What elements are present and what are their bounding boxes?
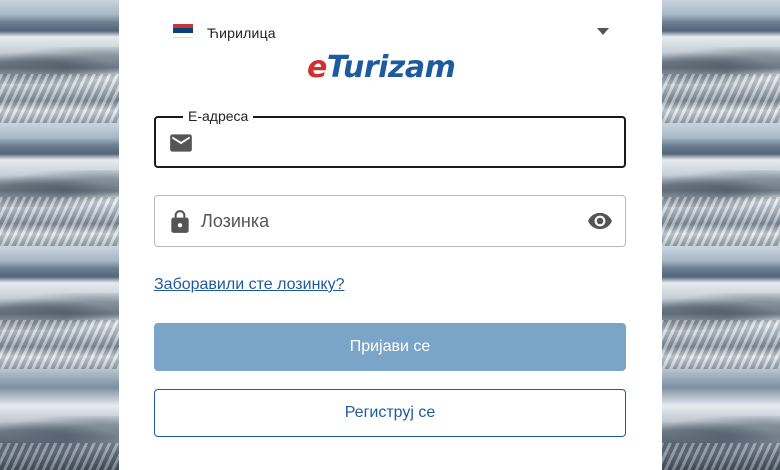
mountain-image [661, 369, 780, 470]
login-panel: Ћирилица eTurizam Е-адреса Заборавили ст… [119, 0, 662, 470]
mountain-image [661, 123, 780, 246]
mountain-image [0, 369, 119, 470]
lock-icon [167, 209, 193, 235]
mountain-image [0, 246, 119, 369]
login-button[interactable]: Пријави се [154, 323, 626, 371]
password-field[interactable] [154, 195, 626, 247]
language-label: Ћирилица [207, 25, 276, 41]
mountain-image [661, 0, 780, 123]
eturizam-logo: eTurizam [307, 50, 456, 85]
language-selector[interactable]: Ћирилица [173, 22, 609, 44]
serbia-flag-icon [173, 24, 193, 38]
email-input[interactable] [202, 118, 574, 166]
forgot-password-link[interactable]: Заборавили сте лозинку? [154, 276, 345, 294]
eye-icon[interactable] [587, 208, 613, 234]
chevron-down-icon[interactable] [597, 28, 609, 35]
background-right [661, 0, 780, 470]
password-input[interactable] [201, 196, 575, 246]
mountain-image [0, 123, 119, 246]
email-field[interactable]: Е-адреса [154, 108, 626, 168]
background-left [0, 0, 119, 470]
mountain-image [661, 246, 780, 369]
mountain-image [0, 0, 119, 123]
mail-icon [168, 130, 194, 156]
register-button[interactable]: Региструј се [154, 389, 626, 437]
